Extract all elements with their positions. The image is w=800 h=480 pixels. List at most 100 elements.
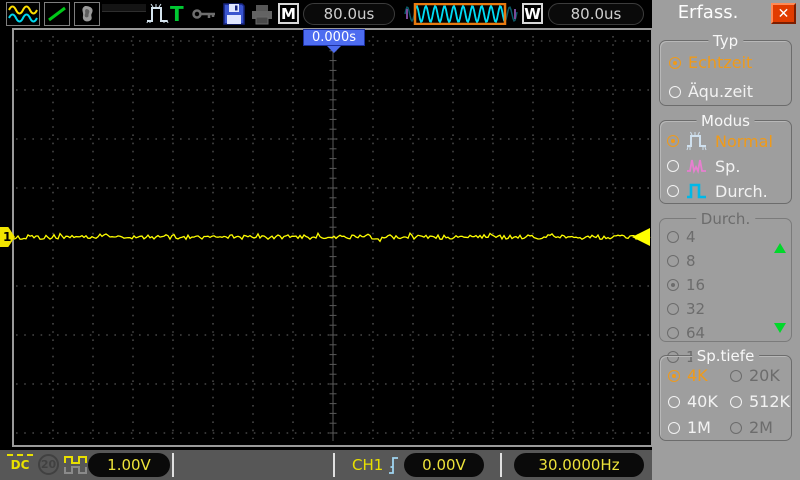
trigger-t-button[interactable]: T	[170, 0, 184, 28]
radio-avg-4[interactable]: 4	[667, 228, 791, 246]
coupling-dc-icon: DC	[7, 454, 33, 472]
status-bar: DC 20 1.00V CH1 0.00V 30.0000Hz	[0, 450, 652, 480]
radio-icon	[667, 231, 679, 243]
radio-echtzeit[interactable]: Echtzeit	[669, 53, 791, 72]
channel1-trace	[14, 233, 650, 241]
volts-per-div-value: 1.00V	[88, 453, 170, 477]
section-durch: Durch. 4 8 16 32	[659, 218, 792, 342]
option-label: 4K	[687, 366, 708, 385]
radio-mem-1m[interactable]: 1M	[668, 418, 730, 437]
option-label: Durch.	[715, 182, 768, 201]
print-icon	[250, 4, 274, 25]
radio-normal[interactable]: Normal	[667, 131, 791, 151]
option-label: Normal	[715, 132, 773, 151]
scroll-up-icon[interactable]	[774, 243, 786, 253]
main-timebase-label: M	[278, 3, 299, 24]
timebase-window-preview[interactable]	[404, 3, 518, 25]
close-icon: ✕	[778, 6, 790, 22]
window-timebase-value: 80.0us	[548, 3, 644, 25]
separator	[333, 453, 335, 477]
option-label: 2M	[749, 418, 773, 437]
option-label: 64	[686, 324, 705, 342]
snapshot-icon	[76, 4, 98, 24]
radio-avg-8[interactable]: 8	[667, 252, 791, 270]
save-icon	[222, 2, 246, 26]
option-label: Äqu.zeit	[688, 82, 753, 101]
radio-icon	[667, 160, 679, 172]
option-label: 1M	[687, 418, 711, 437]
separator	[172, 453, 174, 477]
radio-aequzeit[interactable]: Äqu.zeit	[669, 82, 791, 101]
option-label: 8	[686, 252, 696, 270]
option-label: 16	[686, 276, 705, 294]
option-label: 40K	[687, 392, 718, 411]
radio-icon	[669, 57, 681, 69]
peak-pulse-icon	[686, 156, 708, 176]
scroll-down-icon[interactable]	[774, 323, 786, 333]
rising-edge-icon	[387, 454, 400, 476]
menu-title: Erfass.	[652, 2, 764, 23]
option-label: 512K	[749, 392, 790, 411]
close-button[interactable]: ✕	[771, 3, 796, 24]
section-modus: Modus Normal Sp.	[659, 120, 792, 204]
horizontal-position-marker[interactable]: 0.000s	[303, 29, 365, 46]
graticule-and-trace	[14, 30, 651, 445]
channel-waves-button[interactable]	[6, 2, 40, 26]
radio-icon	[668, 422, 680, 434]
section-modus-title: Modus	[696, 112, 755, 130]
option-label: 20K	[749, 366, 780, 385]
acquire-menu: Erfass. ✕ Typ Echtzeit Äqu.zeit Modus	[652, 0, 800, 480]
radio-avg-64[interactable]: 64	[667, 324, 791, 342]
radio-avg-16[interactable]: 16	[667, 276, 791, 294]
save-button[interactable]	[222, 2, 246, 26]
option-label: Sp.	[715, 157, 740, 176]
key-button[interactable]	[192, 8, 218, 21]
radio-spitzenwert[interactable]: Sp.	[667, 156, 791, 176]
waveform-display	[12, 28, 653, 447]
trigger-source-label: CH1	[352, 456, 383, 474]
normal-pulse-icon	[686, 131, 708, 151]
radio-mem-40k[interactable]: 40K	[668, 392, 730, 411]
print-button[interactable]	[250, 4, 274, 25]
radio-icon	[667, 303, 679, 315]
channel-waves-icon	[8, 4, 38, 24]
radio-icon	[667, 255, 679, 267]
radio-icon	[667, 135, 679, 147]
option-label: 4	[686, 228, 696, 246]
radio-mem-20k[interactable]: 20K	[730, 366, 788, 385]
measure-line-button[interactable]	[44, 2, 70, 26]
radio-mem-4k[interactable]: 4K	[668, 366, 730, 385]
top-toolbar: T M 80.0us	[0, 0, 652, 28]
radio-mem-512k[interactable]: 512K	[730, 392, 788, 411]
radio-icon	[730, 396, 742, 408]
measure-line-icon	[46, 4, 68, 24]
frequency-counter-value: 30.0000Hz	[514, 453, 644, 477]
option-label: Echtzeit	[688, 53, 752, 72]
radio-icon	[667, 185, 679, 197]
radio-durchschnitt[interactable]: Durch.	[667, 181, 791, 201]
trigger-level-marker[interactable]	[632, 228, 650, 246]
window-timebase-label: W	[522, 3, 543, 24]
option-label: 32	[686, 300, 705, 318]
trigger-level-value: 0.00V	[404, 453, 484, 477]
radio-icon	[669, 86, 681, 98]
main-timebase-value: 80.0us	[303, 3, 395, 25]
radio-mem-2m[interactable]: 2M	[730, 418, 788, 437]
snapshot-button[interactable]	[74, 2, 100, 26]
oscilloscope-screen: T M 80.0us	[0, 0, 800, 480]
radio-icon	[668, 370, 680, 382]
radio-icon	[668, 396, 680, 408]
radio-icon	[667, 279, 679, 291]
section-typ-title: Typ	[708, 32, 743, 50]
radio-avg-32[interactable]: 32	[667, 300, 791, 318]
radio-icon	[730, 422, 742, 434]
key-icon	[192, 8, 218, 21]
acquire-pulse-icon	[146, 2, 170, 26]
section-sptiefe-title: Sp.tiefe	[692, 347, 760, 365]
acquire-pulse-button[interactable]	[146, 2, 170, 26]
section-typ: Typ Echtzeit Äqu.zeit	[659, 40, 792, 106]
toolbar-groove	[102, 4, 146, 12]
radio-icon	[730, 370, 742, 382]
bandwidth-limit-icon: 20	[38, 454, 59, 475]
section-durch-title: Durch.	[696, 210, 755, 228]
